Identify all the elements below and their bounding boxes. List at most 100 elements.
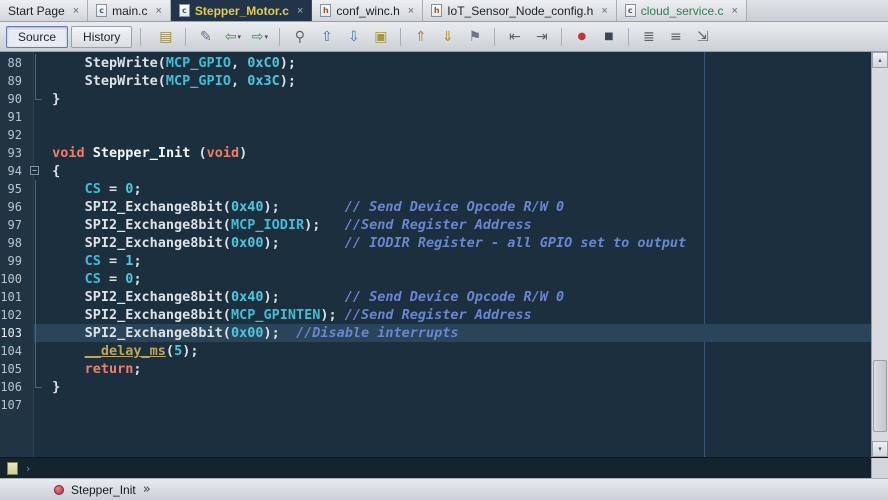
code-line-95[interactable]: 95 CS = 0; xyxy=(0,180,871,198)
start-macro-recording-icon: ● xyxy=(578,30,587,44)
find-next-occurrence-icon: ⇩ xyxy=(348,30,360,44)
toggle-highlight-search-icon: ▣ xyxy=(374,30,387,44)
forward-button[interactable]: ⇨▾ xyxy=(247,25,272,49)
fold-marker xyxy=(28,126,44,144)
next-bookmark-button[interactable]: ⇓ xyxy=(435,25,460,49)
scroll-up-icon[interactable]: ▴ xyxy=(872,52,888,68)
fold-collapse-icon[interactable]: − xyxy=(28,162,44,180)
comment-lines-button[interactable]: ≣ xyxy=(636,25,661,49)
line-number: 106 xyxy=(0,378,28,396)
find-next-occurrence-button[interactable]: ⇩ xyxy=(341,25,366,49)
line-number: 98 xyxy=(0,234,28,252)
diff-sidebar-button[interactable]: ▤ xyxy=(153,25,178,49)
document-icon[interactable] xyxy=(7,462,18,475)
find-previous-occurrence-button[interactable]: ⇧ xyxy=(314,25,339,49)
fold-marker xyxy=(28,72,44,90)
code-line-98[interactable]: 98 SPI2_Exchange8bit(0x00); // IODIR Reg… xyxy=(0,234,871,252)
toolbar-icons: ▤✎⇦▾⇨▾⚲⇧⇩▣⇑⇓⚑⇤⇥●■≣≡⇲ xyxy=(153,25,715,49)
code-line-103[interactable]: 103 SPI2_Exchange8bit(0x00); //Disable i… xyxy=(0,324,871,342)
dropdown-arrow-icon[interactable]: ▾ xyxy=(264,33,268,41)
vertical-scrollbar[interactable]: ▴ ▾ xyxy=(871,52,888,457)
tab-label: IoT_Sensor_Node_config.h xyxy=(447,1,593,21)
find-selection-button[interactable]: ⚲ xyxy=(287,25,312,49)
code-line-93[interactable]: 93 void Stepper_Init (void) xyxy=(0,144,871,162)
code-area[interactable]: 88 StepWrite(MCP_GPIO, 0xC0);89 StepWrit… xyxy=(0,54,871,414)
history-button[interactable]: History xyxy=(71,26,132,48)
fold-marker xyxy=(28,54,44,72)
code-line-92[interactable]: 92 xyxy=(0,126,871,144)
tab-start-page[interactable]: Start Page × xyxy=(0,0,88,21)
stop-macro-recording-button[interactable]: ■ xyxy=(596,25,621,49)
shift-line-right-button[interactable]: ⇥ xyxy=(529,25,554,49)
h-file-icon: h xyxy=(320,4,331,17)
scroll-down-icon[interactable]: ▾ xyxy=(872,441,888,457)
c-file-icon: c xyxy=(96,4,107,17)
code-line-91[interactable]: 91 xyxy=(0,108,871,126)
code-line-105[interactable]: 105 return; xyxy=(0,360,871,378)
tab-conf-winc-h[interactable]: hconf_winc.h× xyxy=(312,0,423,21)
code-line-99[interactable]: 99 CS = 1; xyxy=(0,252,871,270)
close-tab-icon[interactable]: × xyxy=(155,6,161,16)
code-text: void Stepper_Init (void) xyxy=(44,144,871,162)
fold-marker xyxy=(28,378,44,396)
code-text xyxy=(44,396,871,414)
line-number: 89 xyxy=(0,72,28,90)
last-edit-position-button[interactable]: ✎ xyxy=(193,25,218,49)
close-tab-icon[interactable]: × xyxy=(297,6,303,16)
close-tab-icon[interactable]: × xyxy=(731,6,737,16)
start-macro-recording-button[interactable]: ● xyxy=(569,25,594,49)
toolbar-separator xyxy=(185,28,186,46)
insert-code-button[interactable]: ⇲ xyxy=(690,25,715,49)
tab-main-c[interactable]: c main.c × xyxy=(88,0,171,21)
source-button[interactable]: Source xyxy=(6,26,68,48)
code-line-88[interactable]: 88 StepWrite(MCP_GPIO, 0xC0); xyxy=(0,54,871,72)
code-editor[interactable]: 88 StepWrite(MCP_GPIO, 0xC0);89 StepWrit… xyxy=(0,52,888,457)
shift-line-left-icon: ⇤ xyxy=(509,30,521,44)
toggle-highlight-search-button[interactable]: ▣ xyxy=(368,25,393,49)
code-text: StepWrite(MCP_GPIO, 0xC0); xyxy=(44,54,871,72)
line-number: 99 xyxy=(0,252,28,270)
next-bookmark-icon: ⇓ xyxy=(442,30,454,44)
toolbar-separator xyxy=(561,28,562,46)
ide-window: Start Page×cmain.c×cStepper_Motor.c×hcon… xyxy=(0,0,888,500)
code-line-96[interactable]: 96 SPI2_Exchange8bit(0x40); // Send Devi… xyxy=(0,198,871,216)
fold-minus-icon[interactable]: − xyxy=(30,166,39,175)
code-line-104[interactable]: 104 __delay_ms(5); xyxy=(0,342,871,360)
code-line-101[interactable]: 101 SPI2_Exchange8bit(0x40); // Send Dev… xyxy=(0,288,871,306)
toggle-bookmark-button[interactable]: ⚑ xyxy=(462,25,487,49)
code-line-106[interactable]: 106 } xyxy=(0,378,871,396)
breadcrumb-function[interactable]: Stepper_Init xyxy=(71,483,136,497)
fold-marker xyxy=(28,108,44,126)
close-tab-icon[interactable]: × xyxy=(73,6,79,16)
code-line-97[interactable]: 97 SPI2_Exchange8bit(MCP_IODIR); //Send … xyxy=(0,216,871,234)
code-line-107[interactable]: 107 xyxy=(0,396,871,414)
tab-cloud-service-c[interactable]: ccloud_service.c× xyxy=(617,0,747,21)
last-edit-position-icon: ✎ xyxy=(200,30,212,44)
back-button[interactable]: ⇦▾ xyxy=(220,25,245,49)
code-line-100[interactable]: 100 CS = 0; xyxy=(0,270,871,288)
previous-bookmark-button[interactable]: ⇑ xyxy=(408,25,433,49)
fold-marker xyxy=(28,252,44,270)
scrollbar-thumb[interactable] xyxy=(873,360,887,432)
forward-icon: ⇨ xyxy=(252,30,264,44)
close-tab-icon[interactable]: × xyxy=(601,6,607,16)
fold-marker xyxy=(28,306,44,324)
close-tab-icon[interactable]: × xyxy=(408,6,414,16)
c-file-icon: c xyxy=(179,4,190,17)
code-line-89[interactable]: 89 StepWrite(MCP_GPIO, 0x3C); xyxy=(0,72,871,90)
fold-marker xyxy=(28,216,44,234)
toolbar-separator xyxy=(140,28,141,46)
code-text: StepWrite(MCP_GPIO, 0x3C); xyxy=(44,72,871,90)
toggle-bookmark-icon: ⚑ xyxy=(469,30,482,44)
tab-iot-sensor-node-config-h[interactable]: hIoT_Sensor_Node_config.h× xyxy=(423,0,617,21)
tab-label: main.c xyxy=(112,1,147,21)
uncomment-lines-button[interactable]: ≡ xyxy=(663,25,688,49)
code-line-102[interactable]: 102 SPI2_Exchange8bit(MCP_GPINTEN); //Se… xyxy=(0,306,871,324)
shift-line-left-button[interactable]: ⇤ xyxy=(502,25,527,49)
dropdown-arrow-icon[interactable]: ▾ xyxy=(237,33,241,41)
code-line-94[interactable]: 94− { xyxy=(0,162,871,180)
code-line-90[interactable]: 90 } xyxy=(0,90,871,108)
code-text: return; xyxy=(44,360,871,378)
tab-label: Start Page xyxy=(8,1,65,21)
tab-stepper-motor-c[interactable]: cStepper_Motor.c× xyxy=(171,0,312,21)
